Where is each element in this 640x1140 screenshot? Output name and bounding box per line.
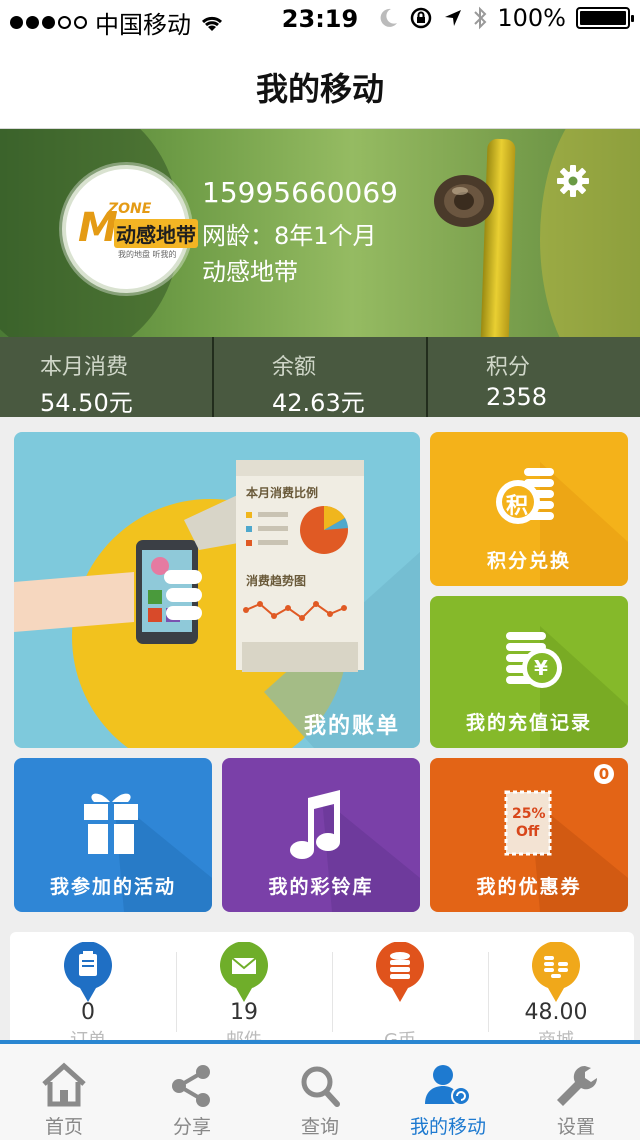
my-activities-tile[interactable]: 我参加的活动 [14, 758, 212, 912]
bill-doc-trend: 消费趋势图 [246, 574, 307, 588]
phone-number: 15995660069 [202, 176, 398, 209]
stat-monthly-spend[interactable]: 本月消费 54.50元 [0, 337, 214, 417]
shortcut-value: 48.00 [524, 1000, 588, 1025]
shortcut-value: 0 [81, 1000, 95, 1025]
points-icon-char: 积 [506, 494, 529, 519]
clipboard-icon [64, 942, 112, 1002]
battery-percent: 100% [497, 4, 566, 32]
shortcut-orders[interactable]: 0 订单 [10, 932, 166, 1051]
tab-share[interactable]: 分享 [128, 1044, 256, 1140]
tab-settings[interactable]: 设置 [512, 1044, 640, 1140]
coupon-count-badge: 0 [594, 764, 614, 784]
tile-label: 我参加的活动 [49, 876, 176, 898]
bill-illustration [14, 460, 420, 748]
wrench-icon [557, 1065, 598, 1106]
tab-label: 查询 [300, 1116, 339, 1138]
points-exchange-tile[interactable]: 积 积分兑换 [430, 432, 628, 586]
battery-icon [576, 7, 634, 29]
shortcut-gcoin[interactable]: G币 [322, 932, 478, 1051]
stat-value: 42.63元 [272, 389, 365, 417]
stat-value: 2358 [486, 383, 548, 411]
stat-label: 积分 [486, 355, 531, 380]
bill-doc-title: 本月消费比例 [246, 486, 319, 500]
recharge-icon-char: ¥ [534, 656, 548, 680]
tab-my-mobile[interactable]: 我的移动 [384, 1044, 512, 1140]
tab-label: 分享 [172, 1116, 211, 1138]
bluetooth-icon [474, 6, 487, 30]
tab-label: 我的移动 [409, 1116, 486, 1138]
tab-label: 首页 [44, 1116, 83, 1138]
snail-image [434, 175, 494, 227]
tile-label: 积分兑换 [486, 550, 571, 572]
shortcut-mall[interactable]: 48.00 商城 [478, 932, 634, 1051]
nav-bar: 我的移动 [0, 40, 640, 129]
coupon-ticket-top: 25% [512, 806, 546, 822]
brand-name: 动感地带 [202, 258, 298, 286]
coupon-ticket-bottom: Off [516, 824, 540, 840]
avatar[interactable]: M ZONE 动感地带 我的地盘 听我的 [62, 165, 198, 293]
network-age: 网龄：8年1个月 [202, 222, 377, 250]
my-bill-tile[interactable]: 本月消费比例 消费趋势图 我的账单 [14, 432, 420, 748]
moon-icon [380, 8, 398, 27]
account-stats: 本月消费 54.50元 余额 42.63元 积分 2358 [0, 337, 640, 417]
tile-label: 我的彩铃库 [268, 876, 374, 898]
stat-points[interactable]: 积分 2358 [428, 337, 640, 417]
my-coupons-tile[interactable]: 25% Off 0 我的优惠券 [430, 758, 628, 912]
coin-stack-icon [376, 942, 424, 1002]
shortcut-mail[interactable]: 19 邮件 [166, 932, 322, 1051]
tab-home[interactable]: 首页 [0, 1044, 128, 1140]
recharge-record-tile[interactable]: ¥ 我的充值记录 [430, 596, 628, 748]
mail-icon [220, 942, 268, 1002]
home-icon [42, 1062, 86, 1107]
shortcut-bar: 0 订单 19 邮件 G币 [10, 932, 634, 1052]
user-icon [425, 1065, 471, 1106]
stat-label: 本月消费 [40, 355, 129, 380]
stat-value: 54.50元 [40, 389, 133, 417]
stat-balance[interactable]: 余额 42.63元 [214, 337, 428, 417]
tile-label: 我的充值记录 [465, 712, 592, 734]
ringtone-library-tile[interactable]: 我的彩铃库 [222, 758, 420, 912]
shortcut-value: 19 [230, 1000, 258, 1025]
search-icon [301, 1066, 340, 1107]
gear-icon[interactable] [556, 164, 590, 198]
stat-label: 余额 [272, 355, 317, 380]
tab-label: 设置 [556, 1116, 595, 1138]
rotation-lock-icon [411, 7, 432, 29]
tab-bar: 首页 分享 查询 我的移动 设置 [0, 1040, 640, 1140]
tab-search[interactable]: 查询 [256, 1044, 384, 1140]
status-bar: 中国移动 23:19 100% [0, 0, 640, 40]
page-title: 我的移动 [255, 70, 384, 108]
share-icon [172, 1065, 210, 1107]
tile-label: 我的优惠券 [476, 876, 582, 898]
coins-icon [532, 942, 580, 1002]
location-icon [445, 10, 462, 26]
tile-label: 我的账单 [303, 714, 400, 739]
